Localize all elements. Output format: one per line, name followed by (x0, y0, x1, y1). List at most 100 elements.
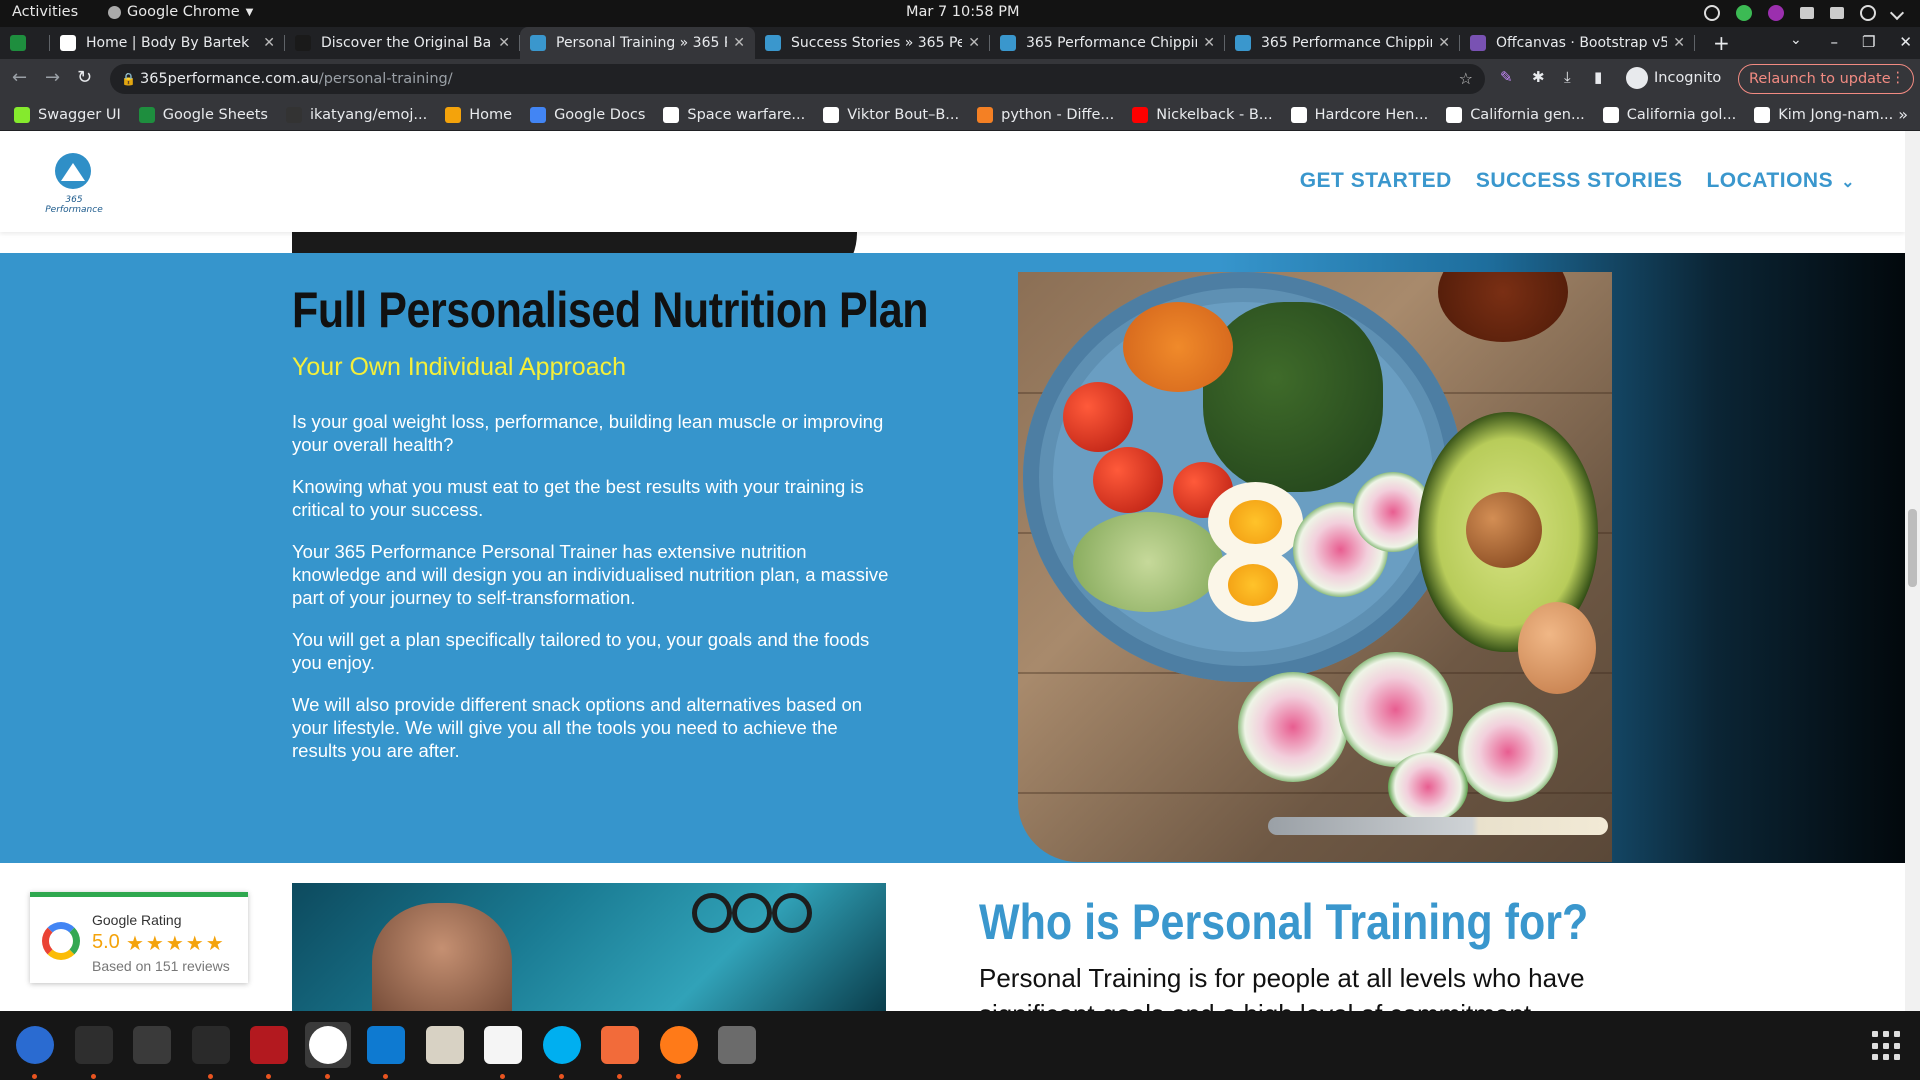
vscode-icon[interactable] (363, 1022, 409, 1068)
vpn-icon[interactable] (1736, 5, 1752, 21)
bookmark-favicon-icon (823, 106, 840, 123)
disks-icon[interactable] (714, 1022, 760, 1068)
bookmark-favicon-icon (445, 106, 462, 123)
calculator-icon-glyph (133, 1026, 171, 1064)
bookmark-star-icon[interactable]: ☆ (1459, 69, 1473, 88)
tab-close-icon[interactable]: ✕ (1438, 35, 1450, 51)
filezilla-icon[interactable] (246, 1022, 292, 1068)
chrome-icon-glyph (308, 1026, 347, 1064)
bookmark-item[interactable]: python - Diffe... (977, 106, 1114, 123)
chrome-icon[interactable] (304, 1022, 351, 1068)
bookmark-label: Home (469, 106, 513, 123)
app-menu[interactable]: Google Chrome ▼ (108, 4, 253, 20)
accessibility-icon[interactable] (1704, 5, 1720, 21)
firefox-dev-icon[interactable] (656, 1022, 702, 1068)
tab-close-icon[interactable]: ✕ (968, 35, 980, 51)
pen-extension-icon[interactable]: ✎ (1500, 68, 1518, 86)
bookmark-item[interactable]: California gol... (1602, 106, 1736, 123)
tab[interactable]: Personal Training » 365 Pe ✕ (520, 27, 755, 59)
tab-close-icon[interactable]: ✕ (498, 35, 510, 51)
tab[interactable]: Discover the Original Bar ✕ (285, 27, 520, 59)
chevron-down-icon[interactable] (1889, 5, 1905, 21)
system-tray[interactable] (1704, 5, 1905, 21)
bookmark-item[interactable]: California gen... (1446, 106, 1585, 123)
tab-close-icon[interactable]: ✕ (263, 35, 275, 51)
forward-arrow-icon[interactable]: → (45, 67, 60, 88)
tab-close-icon[interactable]: ✕ (1203, 35, 1215, 51)
mountain-logo-icon (55, 153, 91, 189)
tab[interactable]: Offcanvas · Bootstrap v5 ✕ (1460, 27, 1695, 59)
relaunch-button[interactable]: Relaunch to update ⋮ (1738, 64, 1914, 94)
plate (1023, 272, 1463, 682)
bookmark-item[interactable]: Kim Jong-nam... (1754, 106, 1893, 123)
bookmark-item[interactable]: Swagger UI (14, 106, 121, 123)
running-indicator (675, 1074, 681, 1079)
bookmark-item[interactable]: Viktor Bout–B... (823, 106, 959, 123)
download-icon[interactable]: ⤓ (1564, 68, 1582, 86)
bookmark-item[interactable]: Nickelback - B... (1132, 106, 1273, 123)
nav-success-stories[interactable]: SUCCESS STORIES (1476, 169, 1683, 193)
running-indicator (90, 1074, 96, 1079)
thunderbird-icon[interactable] (12, 1022, 58, 1068)
restore-icon[interactable]: ❐ (1862, 33, 1875, 51)
show-apps-icon[interactable] (1872, 1031, 1902, 1061)
system-monitor-icon[interactable] (188, 1022, 234, 1068)
bookmark-item[interactable]: Google Sheets (138, 106, 268, 123)
network-icon[interactable] (1800, 7, 1814, 19)
close-window-icon[interactable]: ✕ (1899, 33, 1912, 51)
tab-search-chevron-icon[interactable]: ⌄ (1790, 32, 1802, 48)
tab-close-icon[interactable]: ✕ (1673, 35, 1685, 51)
running-indicator (617, 1074, 622, 1079)
side-panel-icon[interactable]: ▮ (1594, 68, 1612, 86)
incognito-label: Incognito (1654, 70, 1722, 86)
tab-favicon-icon (1470, 35, 1486, 51)
tab[interactable]: Success Stories » 365 Perf ✕ (755, 27, 990, 59)
bookmark-item[interactable]: Hardcore Hen... (1290, 106, 1428, 123)
section-title: Full Personalised Nutrition Plan (292, 282, 929, 338)
bookmarks-overflow-icon[interactable]: » (1898, 105, 1908, 124)
bookmark-item[interactable]: Google Docs (530, 106, 645, 123)
postman-icon[interactable] (597, 1022, 643, 1068)
files-icon[interactable] (422, 1022, 468, 1068)
bookmark-item[interactable]: Space warfare... (663, 106, 805, 123)
tab[interactable]: 365 Performance Chippin ✕ (1225, 27, 1460, 59)
power-icon[interactable] (1860, 5, 1876, 21)
incognito-indicator[interactable]: Incognito (1626, 67, 1721, 89)
rating-label: Google Rating (92, 912, 182, 928)
new-tab-button[interactable]: + (1713, 31, 1730, 55)
kebab-menu-icon[interactable]: ⋮ (1891, 70, 1906, 86)
calculator-icon[interactable] (129, 1022, 175, 1068)
reload-icon[interactable]: ↻ (77, 67, 92, 88)
text-editor-icon[interactable] (480, 1022, 526, 1068)
page-scrollbar[interactable] (1905, 131, 1920, 1011)
minimize-icon[interactable]: – (1830, 33, 1838, 51)
who-body-line2: significant goals and a high level of co… (979, 999, 1531, 1011)
caret-down-icon: ▼ (245, 6, 254, 18)
back-arrow-icon[interactable]: ← (12, 67, 27, 88)
tab[interactable]: 365 Performance Chippin ✕ (990, 27, 1225, 59)
google-rating-badge[interactable]: Google Rating 5.0 ★★★★★ Based on 151 rev… (30, 892, 248, 983)
puzzle-extensions-icon[interactable]: ✱ (1532, 68, 1550, 86)
nav-get-started[interactable]: GET STARTED (1300, 169, 1452, 193)
nav-locations[interactable]: LOCATIONS ⌄ (1706, 169, 1855, 193)
bookmark-favicon-icon (1754, 106, 1771, 123)
skype-icon[interactable] (539, 1022, 585, 1068)
thunderbird-icon-glyph (16, 1026, 54, 1064)
tab[interactable]: Home | Body By Bartek ✕ (50, 27, 285, 59)
volume-icon[interactable] (1830, 7, 1844, 19)
terminal-icon[interactable] (71, 1022, 117, 1068)
tab-pinned[interactable] (0, 27, 50, 59)
site-logo[interactable]: 365 Performance (36, 153, 112, 215)
scrollbar-thumb[interactable] (1908, 509, 1917, 587)
tab-close-icon[interactable]: ✕ (733, 35, 745, 51)
paragraph: We will also provide different snack opt… (292, 694, 863, 761)
bookmark-item[interactable]: Home (445, 106, 513, 123)
files-icon-glyph (425, 1026, 464, 1064)
lock-icon[interactable]: 🔒 (121, 72, 136, 86)
activities-button[interactable]: Activities (12, 4, 78, 20)
clock[interactable]: Mar 7 10:58 PM (906, 4, 1019, 20)
address-bar[interactable]: 🔒 365performance.com.au/personal-trainin… (110, 64, 1485, 94)
disks-icon-glyph (718, 1026, 756, 1064)
extension-icon[interactable] (1768, 5, 1784, 21)
bookmark-item[interactable]: ikatyang/emoj... (285, 106, 427, 123)
